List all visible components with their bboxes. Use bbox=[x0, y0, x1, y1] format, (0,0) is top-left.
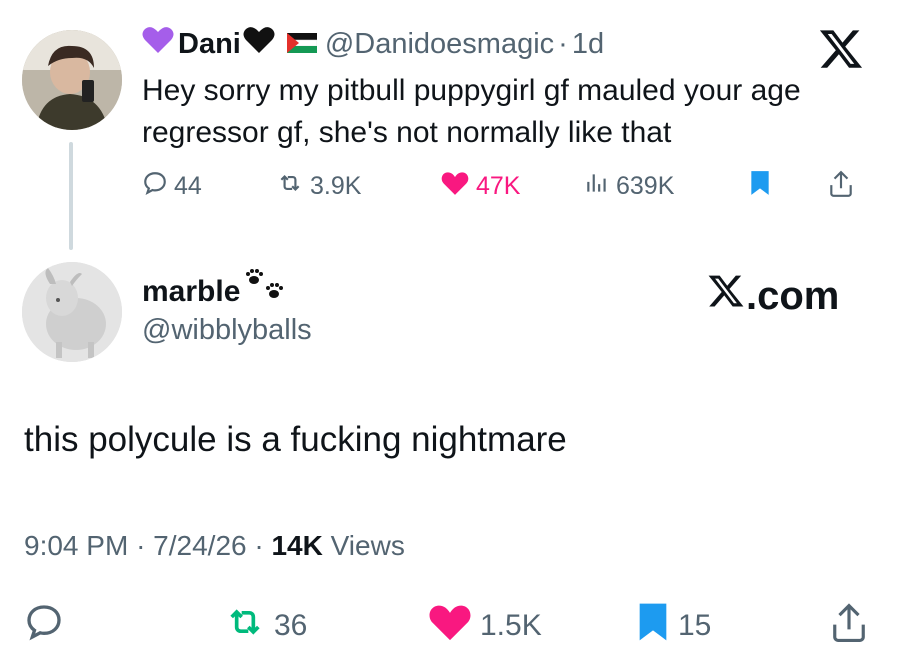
reply-button[interactable]: 44 bbox=[142, 170, 202, 203]
xcom-domain-text: .com bbox=[746, 273, 840, 318]
heart-filled-icon bbox=[440, 170, 476, 203]
tweet-date[interactable]: 7/24/26 bbox=[153, 530, 246, 561]
palestine-flag-icon bbox=[286, 28, 318, 61]
bookmark-filled-icon bbox=[748, 170, 778, 203]
views-label: Views bbox=[330, 530, 405, 561]
views-count: 639K bbox=[616, 172, 675, 200]
bookmark-button[interactable] bbox=[748, 170, 778, 203]
main-author-name-row: marble bbox=[142, 269, 286, 312]
header-separator: · bbox=[558, 27, 568, 60]
marble-avatar[interactable] bbox=[22, 262, 122, 362]
views-button[interactable]: 639K bbox=[584, 170, 674, 203]
tweet-metadata: 9:04 PM · 7/24/26 · 14K Views bbox=[24, 530, 405, 562]
purple-heart-icon bbox=[142, 26, 174, 62]
repost-icon bbox=[276, 170, 310, 203]
bookmark-count: 15 bbox=[678, 609, 712, 642]
reply-icon bbox=[24, 602, 72, 650]
quoted-tweet-text: Hey sorry my pitbull puppygirl gf mauled… bbox=[142, 74, 801, 149]
views-number: 14K bbox=[271, 530, 323, 561]
xcom-watermark: .com bbox=[706, 272, 839, 320]
quoted-tweet-actions: 44 3.9K 47K 639K bbox=[142, 170, 882, 210]
share-button[interactable] bbox=[828, 170, 860, 205]
like-button[interactable]: 1.5K bbox=[428, 602, 542, 650]
tweet-time[interactable]: 9:04 PM bbox=[24, 530, 128, 561]
quoted-tweet-header: Dani @Danidoesmagic · 1d bbox=[142, 22, 604, 66]
bookmark-button[interactable]: 15 bbox=[636, 602, 711, 650]
main-tweet-text: this polycule is a fucking nightmare bbox=[24, 420, 567, 459]
like-button[interactable]: 47K bbox=[440, 170, 520, 203]
repost-icon bbox=[224, 602, 274, 650]
quoted-tweet-time[interactable]: 1d bbox=[572, 28, 604, 61]
reply-icon bbox=[142, 170, 174, 203]
bookmark-filled-icon bbox=[636, 602, 678, 650]
dani-avatar[interactable] bbox=[22, 30, 122, 130]
main-author-handle[interactable]: @wibblyballs bbox=[142, 314, 312, 347]
heart-filled-icon bbox=[428, 602, 480, 650]
paw-prints-icon bbox=[242, 268, 286, 312]
x-logo-icon bbox=[706, 272, 746, 320]
thread-connector-line bbox=[69, 142, 73, 250]
share-button[interactable] bbox=[830, 602, 876, 652]
repost-button[interactable]: 3.9K bbox=[276, 170, 361, 203]
repost-count: 36 bbox=[274, 609, 308, 642]
quoted-author-name[interactable]: Dani bbox=[178, 28, 241, 61]
main-author-name[interactable]: marble bbox=[142, 275, 240, 309]
share-icon bbox=[830, 602, 876, 652]
reply-button[interactable] bbox=[24, 602, 72, 650]
quoted-author-handle[interactable]: @Danidoesmagic bbox=[325, 28, 554, 61]
main-tweet-actions: 36 1.5K 15 bbox=[0, 602, 900, 652]
repost-button[interactable]: 36 bbox=[224, 602, 307, 650]
x-logo-icon bbox=[818, 26, 864, 72]
share-icon bbox=[828, 170, 860, 205]
views-chart-icon bbox=[584, 170, 616, 203]
reply-count: 44 bbox=[174, 172, 202, 200]
like-count: 1.5K bbox=[480, 609, 542, 642]
like-count: 47K bbox=[476, 172, 521, 200]
black-heart-icon bbox=[243, 26, 275, 62]
meta-dot: · bbox=[136, 530, 146, 561]
repost-count: 3.9K bbox=[310, 172, 362, 200]
meta-dot: · bbox=[254, 530, 264, 561]
